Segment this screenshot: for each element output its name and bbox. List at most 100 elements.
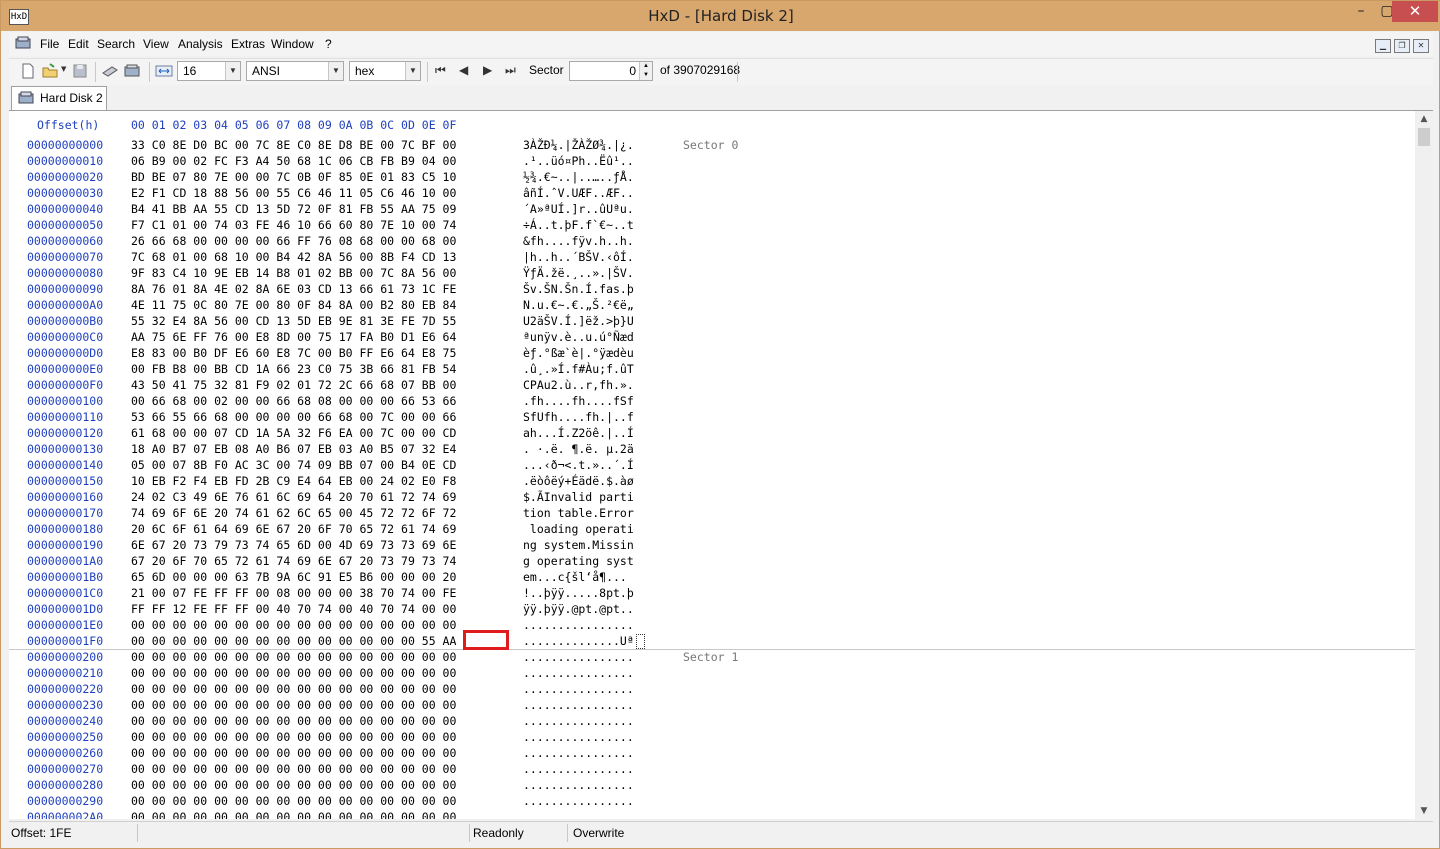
row-hex-bytes[interactable]: FF FF 12 FE FF FF 00 40 70 74 00 40 70 7… bbox=[131, 602, 456, 616]
row-text[interactable]: tion table.Error bbox=[523, 506, 634, 520]
scroll-up-icon[interactable]: ▲ bbox=[1415, 111, 1433, 127]
close-button[interactable]: ✕ bbox=[1392, 1, 1438, 22]
status-readonly[interactable]: Readonly bbox=[473, 826, 524, 840]
row-text[interactable]: ªunÿv.è..u.ú°Ñæd bbox=[523, 330, 634, 344]
row-text[interactable]: ŸƒÄ.žë.¸..».|ŠV. bbox=[523, 266, 634, 280]
row-hex-bytes[interactable]: 06 B9 00 02 FC F3 A4 50 68 1C 06 CB FB B… bbox=[131, 154, 456, 168]
row-text[interactable]: em...c{šl‘å¶... bbox=[523, 570, 627, 584]
row-text[interactable]: loading operati bbox=[523, 522, 634, 536]
row-text[interactable]: ...‹ð¬<.t.»..´.Í bbox=[523, 458, 634, 472]
spin-up-icon[interactable]: ▲ bbox=[639, 62, 652, 71]
row-hex-bytes[interactable]: 7C 68 01 00 68 10 00 B4 42 8A 56 00 8B F… bbox=[131, 250, 456, 264]
row-text[interactable]: ´A»ªUÍ.]r..ûUªu. bbox=[523, 202, 634, 216]
row-hex-bytes[interactable]: 00 00 00 00 00 00 00 00 00 00 00 00 00 0… bbox=[131, 634, 456, 648]
row-text[interactable]: ÿÿ.þÿÿ.@pt.@pt.. bbox=[523, 602, 634, 616]
scroll-down-icon[interactable]: ▼ bbox=[1415, 803, 1433, 819]
row-text[interactable]: èƒ.°ßæ`è|.°ÿædèu bbox=[523, 346, 634, 360]
row-hex-bytes[interactable]: 9F 83 C4 10 9E EB 14 B8 01 02 BB 00 7C 8… bbox=[131, 266, 456, 280]
row-text[interactable]: ................ bbox=[523, 618, 634, 632]
bytes-per-row-select[interactable]: 16 ▼ bbox=[177, 61, 241, 81]
display-mode-select[interactable]: hex ▼ bbox=[349, 61, 421, 81]
row-text[interactable]: ÷Á..t.þF.f`€~..t bbox=[523, 218, 634, 232]
chevron-down-icon[interactable]: ▼ bbox=[328, 62, 343, 80]
mdi-close-icon[interactable]: ✕ bbox=[1413, 39, 1429, 53]
row-hex-bytes[interactable]: 61 68 00 00 07 CD 1A 5A 32 F6 EA 00 7C 0… bbox=[131, 426, 456, 440]
row-text[interactable]: ................ bbox=[523, 746, 634, 760]
row-hex-bytes[interactable]: 00 00 00 00 00 00 00 00 00 00 00 00 00 0… bbox=[131, 762, 456, 776]
row-text[interactable]: 3ÀŽÐ¼.|ŽÀŽØ¾.|¿. bbox=[523, 138, 634, 152]
row-hex-bytes[interactable]: BD BE 07 80 7E 00 00 7C 0B 0F 85 0E 01 8… bbox=[131, 170, 456, 184]
row-hex-bytes[interactable]: 65 6D 00 00 00 63 7B 9A 6C 91 E5 B6 00 0… bbox=[131, 570, 456, 584]
row-text[interactable]: ng system.Missin bbox=[523, 538, 634, 552]
row-hex-bytes[interactable]: 00 FB B8 00 BB CD 1A 66 23 C0 75 3B 66 8… bbox=[131, 362, 456, 376]
row-text[interactable]: ................ bbox=[523, 650, 634, 664]
row-text[interactable]: ................ bbox=[523, 762, 634, 776]
sector-number-input[interactable]: 0 ▲ ▼ bbox=[569, 61, 653, 81]
row-text[interactable]: .û¸.»Í.f#Àu;f.ûT bbox=[523, 362, 634, 376]
row-hex-bytes[interactable]: 20 6C 6F 61 64 69 6E 67 20 6F 70 65 72 6… bbox=[131, 522, 456, 536]
new-file-icon[interactable] bbox=[19, 62, 37, 80]
menu-window[interactable]: Window bbox=[271, 32, 314, 56]
row-text[interactable]: Šv.ŠN.Šn.Í.fas.þ bbox=[523, 282, 634, 296]
menu-analysis[interactable]: Analysis bbox=[178, 32, 223, 56]
row-hex-bytes[interactable]: 53 66 55 66 68 00 00 00 00 66 68 00 7C 0… bbox=[131, 410, 456, 424]
row-hex-bytes[interactable]: 00 00 00 00 00 00 00 00 00 00 00 00 00 0… bbox=[131, 794, 456, 808]
row-text[interactable]: !..þÿÿ.....8pt.þ bbox=[523, 586, 634, 600]
spin-down-icon[interactable]: ▼ bbox=[639, 71, 652, 80]
title-bar[interactable]: HxD HxD - [Hard Disk 2] – ▢ ✕ bbox=[1, 1, 1440, 31]
disk-document-icon[interactable] bbox=[15, 36, 31, 50]
open-folder-icon[interactable] bbox=[41, 62, 59, 80]
row-hex-bytes[interactable]: 18 A0 B7 07 EB 08 A0 B6 07 EB 03 A0 B5 0… bbox=[131, 442, 456, 456]
row-hex-bytes[interactable]: 00 00 00 00 00 00 00 00 00 00 00 00 00 0… bbox=[131, 698, 456, 712]
mdi-restore-icon[interactable]: ❐ bbox=[1394, 39, 1410, 53]
row-text[interactable]: CPAu2.ù..r,fh.». bbox=[523, 378, 634, 392]
row-text[interactable]: .¹..üó¤Ph..Ëû¹.. bbox=[523, 154, 634, 168]
row-hex-bytes[interactable]: 33 C0 8E D0 BC 00 7C 8E C0 8E D8 BE 00 7… bbox=[131, 138, 456, 152]
row-hex-bytes[interactable]: F7 C1 01 00 74 03 FE 46 10 66 60 80 7E 1… bbox=[131, 218, 456, 232]
row-hex-bytes[interactable]: E2 F1 CD 18 88 56 00 55 C6 46 11 05 C6 4… bbox=[131, 186, 456, 200]
row-text[interactable]: &fh....fÿv.h..h. bbox=[523, 234, 634, 248]
row-hex-bytes[interactable]: 8A 76 01 8A 4E 02 8A 6E 03 CD 13 66 61 7… bbox=[131, 282, 456, 296]
row-hex-bytes[interactable]: 00 00 00 00 00 00 00 00 00 00 00 00 00 0… bbox=[131, 810, 456, 819]
status-overwrite[interactable]: Overwrite bbox=[573, 826, 624, 840]
menu-view[interactable]: View bbox=[143, 32, 169, 56]
row-hex-bytes[interactable]: 4E 11 75 0C 80 7E 00 80 0F 84 8A 00 B2 8… bbox=[131, 298, 456, 312]
mdi-minimize-icon[interactable]: ▁ bbox=[1375, 39, 1391, 53]
row-hex-bytes[interactable]: 05 00 07 8B F0 AC 3C 00 74 09 BB 07 00 B… bbox=[131, 458, 456, 472]
tab-hard-disk-2[interactable]: Hard Disk 2 bbox=[11, 86, 107, 110]
row-text[interactable]: ................ bbox=[523, 714, 634, 728]
scroll-thumb[interactable] bbox=[1418, 128, 1430, 146]
row-hex-bytes[interactable]: 00 66 68 00 02 00 00 66 68 08 00 00 00 6… bbox=[131, 394, 456, 408]
row-text[interactable]: ................ bbox=[523, 730, 634, 744]
row-text[interactable]: ................ bbox=[523, 682, 634, 696]
row-hex-bytes[interactable]: 55 32 E4 8A 56 00 CD 13 5D EB 9E 81 3E F… bbox=[131, 314, 456, 328]
minimize-button[interactable]: – bbox=[1348, 1, 1374, 22]
row-text[interactable]: g operating syst bbox=[523, 554, 634, 568]
last-sector-icon[interactable]: ⏭ bbox=[505, 63, 516, 78]
menu-file[interactable]: File bbox=[40, 32, 59, 56]
row-hex-bytes[interactable]: 6E 67 20 73 79 73 74 65 6D 00 4D 69 73 7… bbox=[131, 538, 456, 552]
row-text[interactable]: N.u.€~.€.„Š.²€ë„ bbox=[523, 298, 634, 312]
open-disk-icon[interactable] bbox=[101, 62, 119, 80]
row-text[interactable]: âñÍ.ˆV.UÆF..ÆF.. bbox=[523, 186, 634, 200]
menu-search[interactable]: Search bbox=[97, 32, 135, 56]
row-hex-bytes[interactable]: B4 41 BB AA 55 CD 13 5D 72 0F 81 FB 55 A… bbox=[131, 202, 456, 216]
row-text[interactable]: . ·.ë. ¶.ë. µ.2ä bbox=[523, 442, 634, 456]
row-hex-bytes[interactable]: 26 66 68 00 00 00 00 66 FF 76 08 68 00 0… bbox=[131, 234, 456, 248]
row-hex-bytes[interactable]: 43 50 41 75 32 81 F9 02 01 72 2C 66 68 0… bbox=[131, 378, 456, 392]
row-hex-bytes[interactable]: 00 00 00 00 00 00 00 00 00 00 00 00 00 0… bbox=[131, 666, 456, 680]
first-sector-icon[interactable]: ⏮ bbox=[435, 63, 446, 78]
row-hex-bytes[interactable]: 00 00 00 00 00 00 00 00 00 00 00 00 00 0… bbox=[131, 682, 456, 696]
save-icon[interactable] bbox=[71, 62, 89, 80]
row-text[interactable]: ..............Uª bbox=[523, 634, 634, 648]
menu-help[interactable]: ? bbox=[325, 32, 332, 56]
menu-extras[interactable]: Extras bbox=[231, 32, 265, 56]
row-text[interactable]: |h..h..´BŠV.‹ôÍ. bbox=[523, 250, 634, 264]
open-dropdown-arrow-icon[interactable]: ▼ bbox=[61, 65, 66, 73]
hex-editor-view[interactable]: Offset(h) 00 01 02 03 04 05 06 07 08 09 … bbox=[9, 111, 1415, 819]
previous-sector-icon[interactable]: ◀ bbox=[459, 63, 468, 77]
row-text[interactable]: $.ÃInvalid parti bbox=[523, 490, 634, 504]
row-hex-bytes[interactable]: 00 00 00 00 00 00 00 00 00 00 00 00 00 0… bbox=[131, 778, 456, 792]
row-text[interactable]: SfUfh....fh.|..f bbox=[523, 410, 634, 424]
row-hex-bytes[interactable]: 74 69 6F 6E 20 74 61 62 6C 65 00 45 72 7… bbox=[131, 506, 456, 520]
